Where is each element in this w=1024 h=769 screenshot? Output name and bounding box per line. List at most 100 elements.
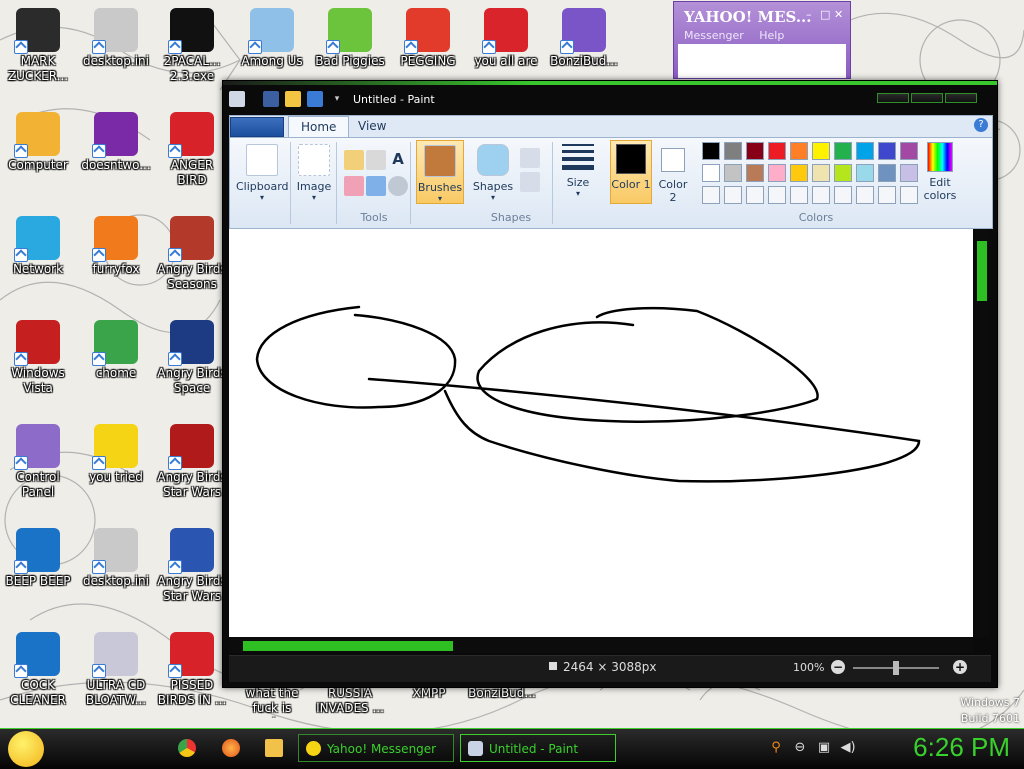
palette-swatch[interactable] (768, 164, 786, 182)
palette-swatch[interactable] (856, 142, 874, 160)
file-menu-button[interactable] (230, 117, 284, 137)
customize-qat-icon[interactable]: ▾ (329, 91, 345, 107)
desktop-icon[interactable]: Angry Birds Space (156, 320, 228, 396)
desktop-icon[interactable]: Angry Birds Star Wars (156, 528, 228, 604)
desktop-icon[interactable]: Angry Birds Star Wars (156, 424, 228, 500)
eraser-icon[interactable] (344, 176, 364, 196)
shapes-button[interactable]: Shapes ▾ (470, 144, 516, 202)
desktop-icon[interactable]: desktop.ini (80, 8, 152, 69)
palette-empty-swatch[interactable] (900, 186, 918, 204)
menu-messenger[interactable]: Messenger (684, 29, 744, 42)
vertical-scroll-thumb[interactable] (977, 241, 987, 301)
desktop-icon[interactable]: furryfox (80, 216, 152, 277)
zoom-slider-thumb[interactable] (893, 661, 899, 675)
desktop-icon[interactable]: ULTRA CD BLOATW... (80, 632, 152, 708)
palette-swatch[interactable] (702, 142, 720, 160)
search-icon[interactable]: ⚲ (768, 740, 784, 756)
zoom-in-button[interactable]: + (953, 660, 967, 674)
palette-empty-swatch[interactable] (856, 186, 874, 204)
chrome-icon[interactable] (178, 739, 196, 757)
fill-shape-icon[interactable] (520, 172, 540, 192)
desktop-icon[interactable]: Bad Piggies (314, 8, 386, 69)
text-icon[interactable]: A (388, 150, 408, 170)
maximize-button[interactable]: □ (820, 8, 830, 21)
desktop-icon[interactable]: 2PACAL... 2.3.exe (156, 8, 228, 84)
palette-swatch[interactable] (724, 142, 742, 160)
desktop-icon[interactable]: Among Us (236, 8, 308, 69)
start-button[interactable] (8, 731, 44, 767)
palette-empty-swatch[interactable] (812, 186, 830, 204)
task-paint[interactable]: Untitled - Paint (460, 734, 616, 762)
tab-view[interactable]: View (358, 116, 386, 136)
magnifier-icon[interactable] (388, 176, 408, 196)
undo-icon[interactable] (285, 91, 301, 107)
minimize-button[interactable]: – (806, 8, 812, 21)
palette-swatch[interactable] (878, 164, 896, 182)
close-button[interactable] (945, 93, 977, 103)
palette-empty-swatch[interactable] (834, 186, 852, 204)
tab-home[interactable]: Home (288, 116, 350, 137)
pencil-icon[interactable] (344, 150, 364, 170)
palette-swatch[interactable] (834, 142, 852, 160)
brushes-button[interactable]: Brushes ▾ (416, 140, 464, 204)
palette-swatch[interactable] (812, 164, 830, 182)
desktop-icon[interactable]: you all are (470, 8, 542, 69)
zoom-out-button[interactable]: − (831, 660, 845, 674)
explorer-icon[interactable] (265, 739, 283, 757)
desktop-icon[interactable]: BEEP BEEP (2, 528, 74, 589)
color1-button[interactable]: Color 1 (610, 140, 652, 204)
close-button[interactable]: ✕ (834, 8, 843, 21)
volume-icon[interactable]: ◀) (840, 740, 856, 756)
edit-colors-button[interactable]: Edit colors (920, 140, 960, 202)
palette-swatch[interactable] (768, 142, 786, 160)
menu-help[interactable]: Help (759, 29, 784, 42)
desktop-icon[interactable]: Network (2, 216, 74, 277)
redo-icon[interactable] (307, 91, 323, 107)
size-button[interactable]: Size ▾ (556, 140, 600, 198)
save-icon[interactable] (263, 91, 279, 107)
palette-swatch[interactable] (878, 142, 896, 160)
palette-empty-swatch[interactable] (746, 186, 764, 204)
desktop-icon[interactable]: you tried (80, 424, 152, 485)
palette-swatch[interactable] (724, 164, 742, 182)
palette-swatch[interactable] (746, 142, 764, 160)
yahoo-messenger-window[interactable]: YAHOO! MES... – □ ✕ Messenger Help (673, 1, 851, 79)
desktop-icon[interactable]: RUSSIA INVADES ... (314, 684, 386, 716)
outline-icon[interactable] (520, 148, 540, 168)
desktop-icon[interactable]: PISSED BIRDS IN ... (156, 632, 228, 708)
palette-empty-swatch[interactable] (724, 186, 742, 204)
palette-empty-swatch[interactable] (878, 186, 896, 204)
image-button[interactable]: Image ▾ (292, 144, 336, 202)
color-picker-icon[interactable] (366, 176, 386, 196)
minus-icon[interactable]: ⊖ (792, 740, 808, 756)
minimize-button[interactable] (877, 93, 909, 103)
vertical-scrollbar[interactable] (975, 229, 989, 637)
desktop-icon[interactable]: Windows Vista (2, 320, 74, 396)
clipboard-button[interactable]: Clipboard ▾ (236, 144, 289, 202)
paint-app-icon[interactable] (229, 91, 245, 107)
palette-swatch[interactable] (834, 164, 852, 182)
palette-swatch[interactable] (900, 164, 918, 182)
palette-swatch[interactable] (790, 164, 808, 182)
desktop-icon[interactable]: Computer (2, 112, 74, 173)
desktop-icon[interactable]: chome (80, 320, 152, 381)
maximize-button[interactable] (911, 93, 943, 103)
drawing-canvas[interactable] (229, 229, 973, 637)
desktop-icon[interactable]: doesntwo... (80, 112, 152, 173)
help-icon[interactable]: ? (974, 118, 988, 132)
desktop-icon[interactable]: desktop.ini (80, 528, 152, 589)
horizontal-scrollbar[interactable] (229, 639, 973, 653)
palette-swatch[interactable] (812, 142, 830, 160)
palette-swatch[interactable] (702, 164, 720, 182)
desktop-icon[interactable]: what the fuck is goi... (236, 684, 308, 718)
palette-swatch[interactable] (790, 142, 808, 160)
clock[interactable]: 6:26 PM (913, 732, 1010, 763)
horizontal-scroll-thumb[interactable] (243, 641, 453, 651)
firefox-icon[interactable] (222, 739, 240, 757)
palette-empty-swatch[interactable] (768, 186, 786, 204)
color2-button[interactable]: Color 2 (654, 140, 692, 204)
desktop-icon[interactable]: Angry Birds Seasons (156, 216, 228, 292)
network-tray-icon[interactable]: ▣ (816, 740, 832, 756)
palette-empty-swatch[interactable] (702, 186, 720, 204)
desktop-icon[interactable]: PEGGING (392, 8, 464, 69)
